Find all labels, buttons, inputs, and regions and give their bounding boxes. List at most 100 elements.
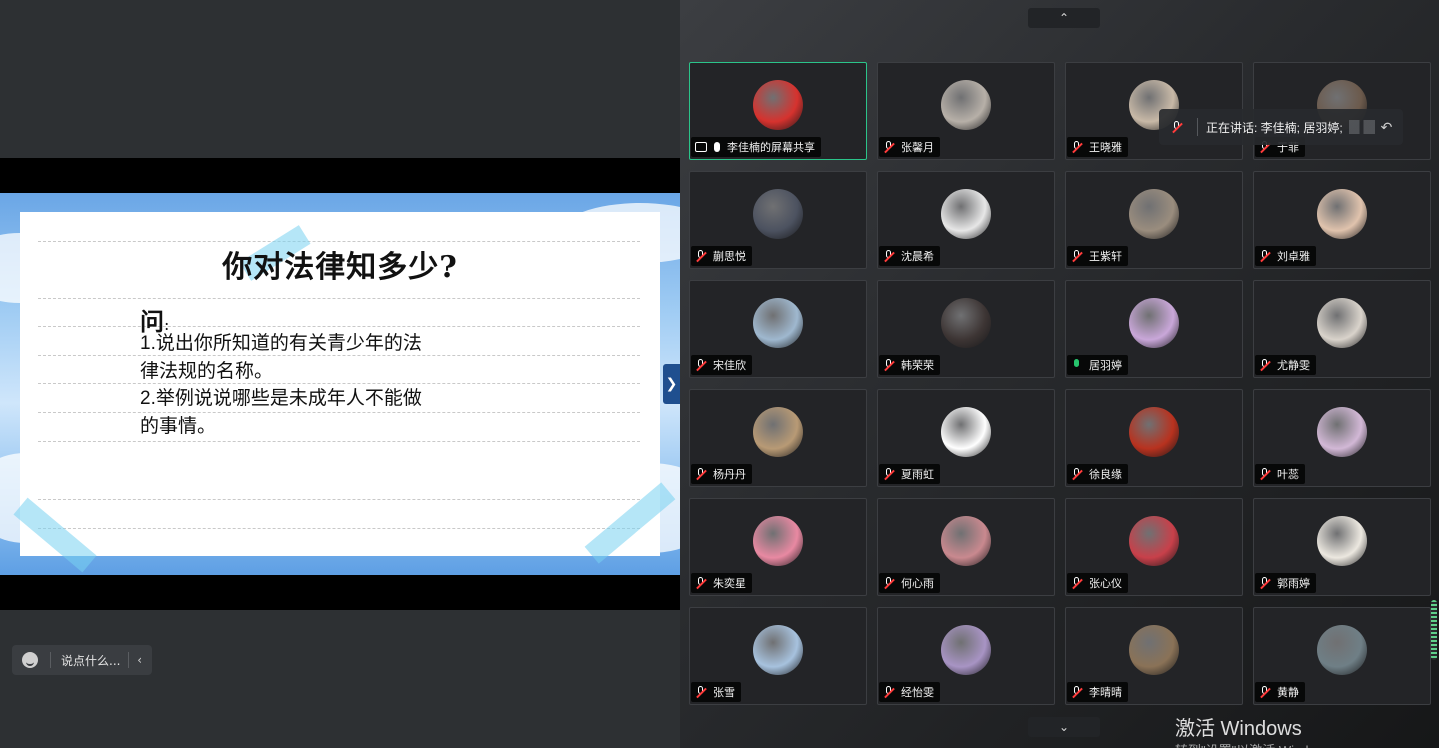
participant-tile[interactable]: 黄静 <box>1253 607 1431 705</box>
participant-name: 张雪 <box>713 687 735 699</box>
participant-name: 沈晨希 <box>901 251 934 263</box>
letterbox-bottom <box>0 575 680 610</box>
mic-muted-icon <box>695 576 707 590</box>
participant-label: 何心雨 <box>879 573 940 593</box>
participant-label: 尤静雯 <box>1255 355 1316 375</box>
participant-tile[interactable]: 郭雨婷 <box>1253 498 1431 596</box>
participant-label: 韩荣荣 <box>879 355 940 375</box>
slide-line: 律法规的名称。 <box>140 360 274 382</box>
avatar <box>941 625 991 675</box>
avatar <box>1129 407 1179 457</box>
emoji-icon[interactable] <box>22 652 38 668</box>
avatar <box>1317 298 1367 348</box>
participant-name: 韩荣荣 <box>901 360 934 372</box>
participant-tile[interactable]: 蒯思悦 <box>689 171 867 269</box>
participant-tile[interactable]: 居羽婷 <box>1065 280 1243 378</box>
undo-icon[interactable]: ↶ <box>1381 119 1393 136</box>
mic-muted-icon <box>883 140 895 154</box>
page-down-button[interactable]: ⌄ <box>1028 717 1100 737</box>
mic-muted-icon <box>695 467 707 481</box>
participant-name: 杨丹丹 <box>713 469 746 481</box>
collapse-panel-button[interactable]: ❯ <box>663 364 680 404</box>
participant-label: 张雪 <box>691 682 741 702</box>
participant-tile[interactable]: 杨丹丹 <box>689 389 867 487</box>
watermark-title: 激活 Windows <box>1175 718 1302 740</box>
participant-tile[interactable]: 朱奕星 <box>689 498 867 596</box>
participant-tile[interactable]: 李晴晴 <box>1065 607 1243 705</box>
mic-muted-icon <box>883 467 895 481</box>
participant-name: 黄静 <box>1277 687 1299 699</box>
watermark-subtitle: 转到"设置"以激活 Windows。 <box>1175 740 1345 748</box>
participant-tile[interactable]: 张雪 <box>689 607 867 705</box>
participant-label: 宋佳欣 <box>691 355 752 375</box>
speaking-indicator: 正在讲话: 李佳楠; 居羽婷; ↶ <box>1159 109 1403 145</box>
participant-tile[interactable]: 何心雨 <box>877 498 1055 596</box>
mic-muted-icon <box>695 358 707 372</box>
mic-muted-icon <box>883 358 895 372</box>
participant-name: 朱奕星 <box>713 578 746 590</box>
slide-line: 2.举例说说哪些是未成年人不能做 <box>140 388 422 409</box>
participant-tile[interactable]: 经怡雯 <box>877 607 1055 705</box>
slide-body: 1.说出你所知道的有关青少年的法 律法规的名称。 2.举例说说哪些是未成年人不能… <box>140 330 500 440</box>
mic-muted-icon <box>1259 249 1271 263</box>
mic-muted-icon <box>883 249 895 263</box>
participant-name: 郭雨婷 <box>1277 578 1310 590</box>
scrollbar[interactable] <box>1431 600 1437 660</box>
participant-name: 宋佳欣 <box>713 360 746 372</box>
meeting-window: 你对法律知多少? 问: 1.说出你所知道的有关青少年的法 律法规的名称。 2.举… <box>0 0 1439 748</box>
participant-label: 朱奕星 <box>691 573 752 593</box>
participant-label: 蒯思悦 <box>691 246 752 266</box>
participant-tile[interactable]: 韩荣荣 <box>877 280 1055 378</box>
participant-tile[interactable]: 宋佳欣 <box>689 280 867 378</box>
participant-label: 李佳楠的屏幕共享 <box>691 137 821 157</box>
chevron-left-icon[interactable]: ‹ <box>137 653 142 667</box>
avatar <box>1129 516 1179 566</box>
chat-placeholder[interactable]: 说点什么... <box>61 652 128 669</box>
participant-label: 经怡雯 <box>879 682 940 702</box>
participant-tile[interactable]: 徐良缘 <box>1065 389 1243 487</box>
participant-tile[interactable]: 夏雨虹 <box>877 389 1055 487</box>
participant-name: 刘卓雅 <box>1277 251 1310 263</box>
participant-label: 张心仪 <box>1067 573 1128 593</box>
slide-background: 你对法律知多少? 问: 1.说出你所知道的有关青少年的法 律法规的名称。 2.举… <box>0 193 680 575</box>
participant-tile[interactable]: 李佳楠的屏幕共享 <box>689 62 867 160</box>
participant-label: 张馨月 <box>879 137 940 157</box>
avatar <box>1317 516 1367 566</box>
participant-name: 经怡雯 <box>901 687 934 699</box>
mic-muted-icon <box>1071 249 1083 263</box>
participant-grid-pane: ⌃ 李佳楠的屏幕共享 张馨月 王晓雅 于菲 蒯思悦 沈晨希 王紫轩 刘卓雅 宋佳欣 韩荣荣 居羽婷尤… <box>680 0 1439 748</box>
participant-tile[interactable]: 沈晨希 <box>877 171 1055 269</box>
chat-input[interactable]: 说点什么... ‹ <box>12 645 152 675</box>
participant-label: 郭雨婷 <box>1255 573 1316 593</box>
avatar <box>941 407 991 457</box>
participant-name: 李佳楠的屏幕共享 <box>727 142 815 154</box>
mic-muted-icon <box>695 249 707 263</box>
slide-title: 你对法律知多少? <box>222 250 458 285</box>
avatar <box>753 625 803 675</box>
participant-label: 居羽婷 <box>1067 355 1128 375</box>
screen-share-icon <box>695 142 707 152</box>
participant-tile[interactable]: 王紫轩 <box>1065 171 1243 269</box>
avatar <box>1317 407 1367 457</box>
avatar <box>753 189 803 239</box>
avatar <box>753 298 803 348</box>
participant-label: 沈晨希 <box>879 246 940 266</box>
mic-muted-icon <box>883 685 895 699</box>
page-up-button[interactable]: ⌃ <box>1028 8 1100 28</box>
mic-muted-icon <box>695 685 707 699</box>
participant-name: 夏雨虹 <box>901 469 934 481</box>
rule-line <box>38 528 640 529</box>
participant-name: 张馨月 <box>901 142 934 154</box>
participant-tile[interactable]: 叶蕊 <box>1253 389 1431 487</box>
participant-name: 张心仪 <box>1089 578 1122 590</box>
participant-label: 叶蕊 <box>1255 464 1305 484</box>
participant-label: 黄静 <box>1255 682 1305 702</box>
avatar <box>941 516 991 566</box>
participant-tile[interactable]: 尤静雯 <box>1253 280 1431 378</box>
participant-tile[interactable]: 张馨月 <box>877 62 1055 160</box>
rule-line <box>38 298 640 299</box>
mic-icon <box>714 142 720 152</box>
participant-tile[interactable]: 刘卓雅 <box>1253 171 1431 269</box>
participant-label: 徐良缘 <box>1067 464 1128 484</box>
participant-tile[interactable]: 张心仪 <box>1065 498 1243 596</box>
